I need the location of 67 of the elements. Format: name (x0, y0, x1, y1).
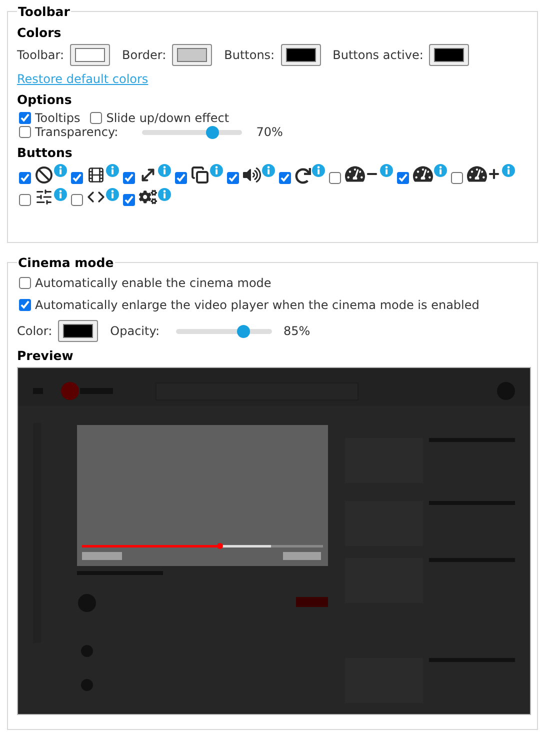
checkbox[interactable] (227, 172, 239, 184)
checkbox[interactable] (19, 277, 31, 289)
color-label: Buttons active: (332, 48, 424, 62)
info-icon[interactable] (106, 188, 119, 201)
section-heading: Colors (17, 25, 62, 40)
checkbox-label: Automatically enable the cinema mode (35, 276, 272, 290)
section-heading: Buttons (17, 145, 74, 160)
checkbox[interactable] (123, 194, 135, 206)
info-icon[interactable] (158, 188, 171, 201)
prohibited-icon (35, 166, 53, 184)
info-icon[interactable] (54, 164, 67, 177)
gears-icon (139, 188, 157, 206)
info-icon[interactable] (106, 164, 119, 177)
info-icon[interactable] (502, 164, 515, 177)
checkbox[interactable] (71, 194, 83, 206)
checkbox[interactable] (123, 172, 135, 184)
color-swatch-button[interactable] (429, 44, 470, 66)
section-heading: Options (17, 92, 73, 107)
info-icon[interactable] (158, 164, 171, 177)
slider-thumb[interactable] (236, 324, 250, 338)
color-label: Buttons: (224, 48, 275, 62)
copy-icon (191, 166, 209, 184)
gauge-plus-icon (467, 164, 501, 184)
checkbox-label: Tooltips (35, 111, 80, 125)
color-swatch-button[interactable] (58, 320, 98, 342)
color-label: Toolbar: (17, 48, 64, 62)
color-label: Color: (17, 324, 52, 338)
info-icon[interactable] (434, 164, 447, 177)
reload-icon (295, 168, 311, 184)
panel-title: Cinema mode (17, 255, 115, 270)
info-icon[interactable] (380, 164, 393, 177)
slider-value: 85% (284, 324, 310, 338)
checkbox[interactable] (19, 299, 31, 311)
gauge-icon (413, 164, 433, 184)
slider-label: Opacity: (110, 324, 160, 338)
info-icon[interactable] (312, 164, 325, 177)
checkbox-label: Slide up/down effect (106, 111, 230, 125)
film-icon (87, 166, 105, 184)
color-swatch-button[interactable] (280, 44, 321, 66)
color-swatch-button[interactable] (70, 44, 110, 66)
sliders-icon (35, 188, 53, 206)
checkbox[interactable] (19, 172, 31, 184)
checkbox[interactable] (19, 194, 31, 206)
info-icon[interactable] (210, 164, 223, 177)
checkbox[interactable] (71, 172, 83, 184)
checkbox[interactable] (175, 172, 187, 184)
info-icon[interactable] (262, 164, 275, 177)
slider-thumb[interactable] (206, 126, 220, 138)
color-swatch-button[interactable] (172, 44, 212, 66)
restore-colors-link[interactable]: Restore default colors (17, 72, 148, 86)
checkbox[interactable] (19, 126, 31, 138)
slider-value: 70% (256, 125, 283, 139)
checkbox[interactable] (279, 172, 291, 184)
speaker-icon (243, 166, 261, 184)
checkbox[interactable] (329, 172, 341, 184)
checkbox[interactable] (90, 112, 102, 124)
color-label: Border: (122, 48, 166, 62)
diagonal-arrows-icon (139, 166, 157, 184)
checkbox[interactable] (397, 172, 409, 184)
checkbox-label: Automatically enlarge the video player when the cinema mode is enabled (35, 298, 480, 312)
gauge-minus-icon (345, 164, 379, 184)
checkbox-label: Transparency: (35, 125, 118, 139)
section-heading: Preview (17, 348, 74, 363)
checkbox[interactable] (451, 172, 463, 184)
checkbox[interactable] (19, 112, 31, 124)
panel-title: Toolbar (17, 4, 71, 19)
info-icon[interactable] (54, 188, 67, 201)
